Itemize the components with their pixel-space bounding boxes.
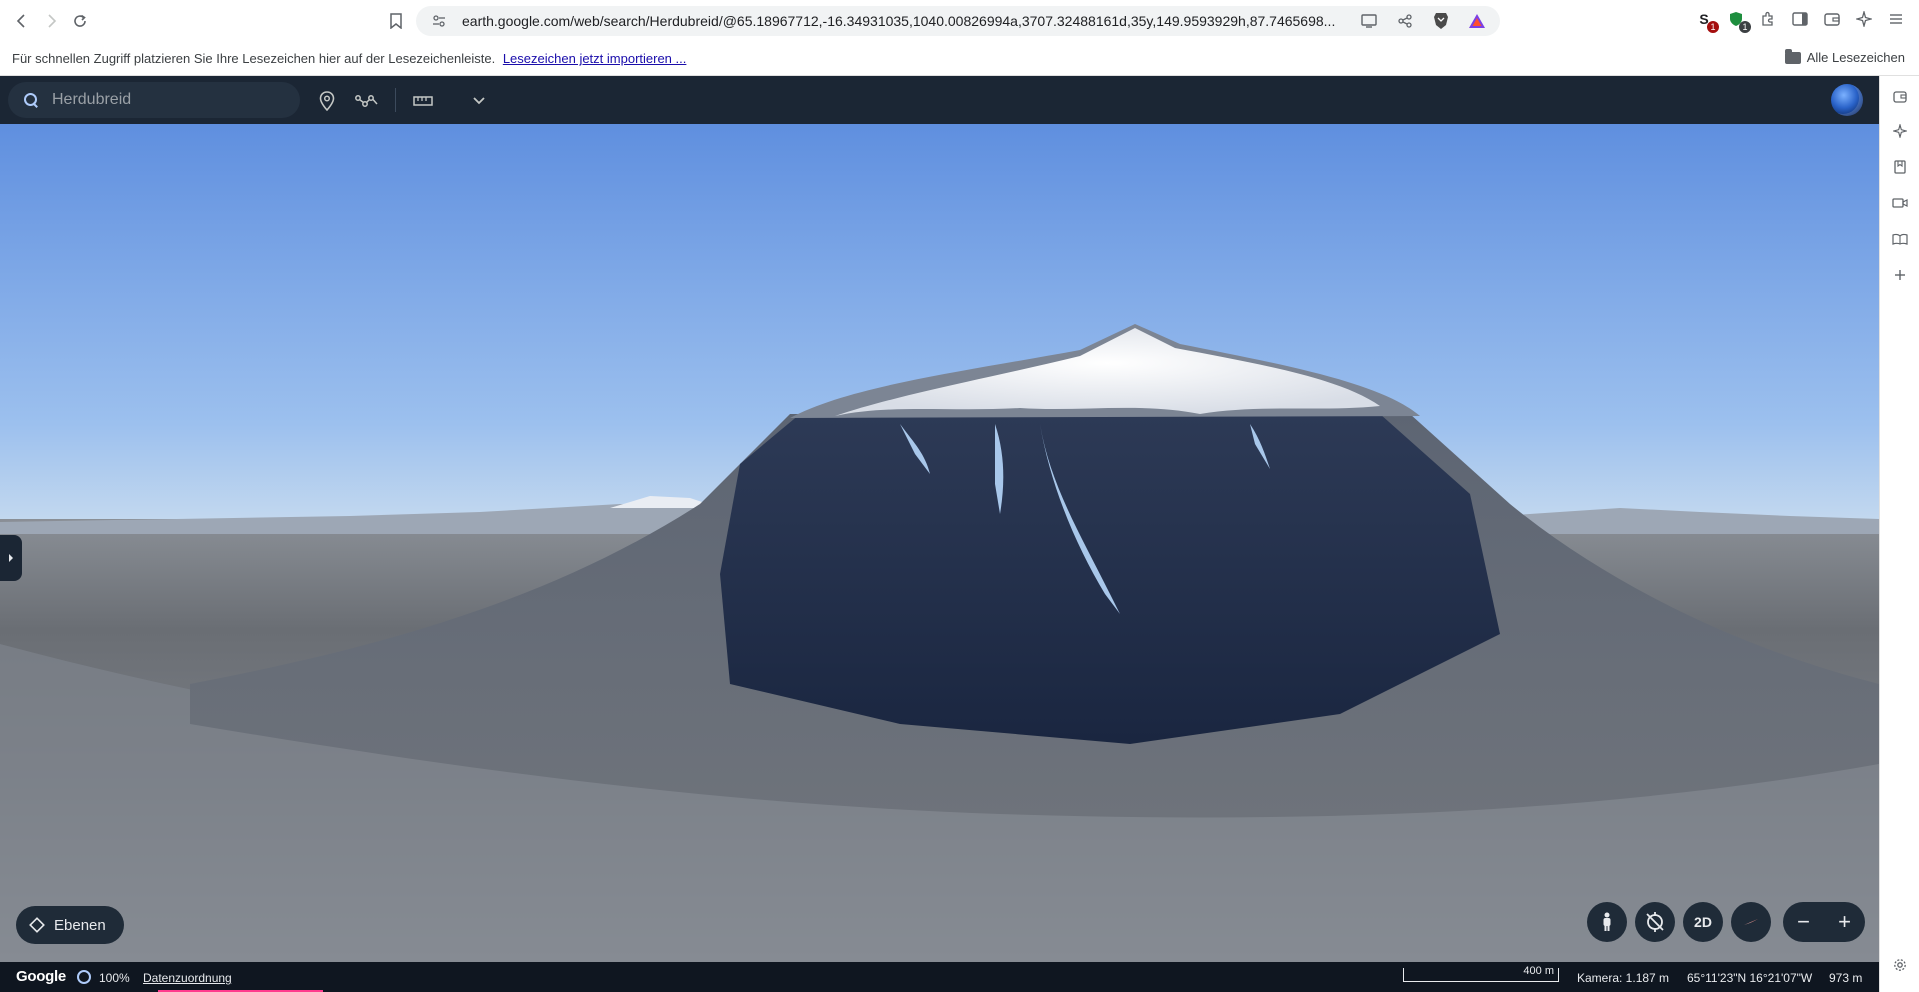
load-percent: 100% (99, 971, 130, 985)
bookmark-page-button[interactable] (382, 7, 410, 35)
wallet-panel-icon[interactable] (1891, 88, 1909, 106)
google-logo: Google (16, 968, 66, 985)
measure-button[interactable] (410, 88, 436, 114)
import-bookmarks-link[interactable]: Lesezeichen jetzt importieren ... (503, 51, 687, 66)
wallet-button[interactable] (1821, 8, 1843, 30)
extension-s-button[interactable]: S 1 (1693, 8, 1719, 33)
reset-tilt-button[interactable] (1635, 902, 1675, 942)
layers-label: Ebenen (54, 916, 106, 934)
site-settings-icon[interactable] (430, 12, 448, 30)
more-tools-dropdown[interactable] (466, 88, 492, 114)
side-panel-settings-icon[interactable] (1891, 956, 1909, 974)
chevron-down-icon (473, 97, 485, 105)
layers-icon (29, 917, 45, 933)
extensions-puzzle-button[interactable] (1757, 8, 1779, 30)
sidebar-icon (1792, 12, 1808, 26)
menu-lines-icon (1890, 14, 1902, 24)
leo-ai-button[interactable] (1853, 8, 1875, 30)
folder-icon (1784, 48, 1801, 64)
reload-icon (74, 14, 86, 27)
brave-rewards-icon[interactable] (1466, 10, 1488, 32)
cursor-coordinates: 65°11'23"N 16°21'07"W (1687, 971, 1813, 985)
browser-side-panel (1879, 76, 1919, 992)
browser-toolbar: earth.google.com/web/search/Herdubreid/@… (0, 0, 1919, 42)
cast-icon[interactable] (1358, 10, 1380, 32)
extension-badge: 1 (1707, 21, 1719, 33)
scale-label: 400 m (1523, 965, 1554, 977)
add-panel-icon[interactable] (1891, 266, 1909, 284)
forward-arrow-icon (48, 14, 57, 28)
open-side-drawer-button[interactable] (0, 535, 22, 581)
sparkle-icon (1856, 11, 1872, 27)
street-view-button[interactable] (1587, 902, 1627, 942)
bookmarks-hint-text: Für schnellen Zugriff platzieren Sie Ihr… (12, 51, 496, 66)
loading-ring-icon (77, 970, 91, 984)
reload-button[interactable] (66, 7, 94, 35)
draw-path-button[interactable] (354, 88, 380, 114)
bookmarks-panel-icon[interactable] (1891, 158, 1909, 176)
zoom-out-button[interactable]: − (1797, 909, 1810, 935)
all-bookmarks-button[interactable]: Alle Lesezeichen (1784, 48, 1905, 65)
browser-menu-button[interactable] (1885, 8, 1907, 30)
compass-off-icon (1646, 912, 1664, 932)
url-text[interactable]: earth.google.com/web/search/Herdubreid/@… (462, 13, 1352, 29)
brave-shields-icon[interactable] (1430, 10, 1452, 32)
search-input[interactable] (52, 91, 282, 109)
search-icon (22, 91, 40, 109)
google-earth-app: Ebenen 2D − + Google 100% Datenzuordnung… (0, 76, 1879, 992)
bookmarks-hint: Für schnellen Zugriff platzieren Sie Ihr… (12, 51, 686, 66)
toggle-2d-button[interactable]: 2D (1683, 902, 1723, 942)
puzzle-icon (1762, 11, 1773, 26)
forward-button[interactable] (37, 7, 65, 35)
compass-button[interactable] (1731, 902, 1771, 942)
pegman-icon (1603, 912, 1611, 931)
bookmarks-bar: Für schnellen Zugriff platzieren Sie Ihr… (0, 42, 1919, 76)
ruler-icon (413, 96, 433, 106)
scale-bar[interactable]: 400 m (1403, 965, 1559, 982)
placemark-icon (319, 91, 335, 111)
share-icon[interactable] (1394, 10, 1416, 32)
chevron-right-icon (9, 554, 13, 562)
header-divider (395, 88, 396, 112)
zoom-in-button[interactable]: + (1838, 909, 1851, 935)
add-placemark-button[interactable] (314, 88, 340, 114)
reading-list-icon[interactable] (1891, 230, 1909, 248)
zoom-controls: − + (1783, 902, 1865, 942)
address-bar[interactable]: earth.google.com/web/search/Herdubreid/@… (416, 6, 1500, 36)
compass-needle-icon (1744, 919, 1758, 925)
sidebar-toggle-button[interactable] (1789, 8, 1811, 30)
path-icon (355, 95, 378, 107)
layers-button[interactable]: Ebenen (16, 906, 124, 944)
back-arrow-icon (16, 14, 25, 28)
wallet-icon (1824, 13, 1840, 26)
data-attribution-link[interactable]: Datenzuordnung (143, 971, 232, 985)
earth-3d-view[interactable] (0, 124, 1879, 962)
bookmark-icon (390, 13, 402, 29)
video-panel-icon[interactable] (1891, 194, 1909, 212)
leo-panel-icon[interactable] (1891, 122, 1909, 140)
back-button[interactable] (8, 7, 36, 35)
status-bar: Google 100% Datenzuordnung 400 m Kamera:… (0, 962, 1879, 992)
elevation: 973 m (1829, 971, 1863, 985)
search-box[interactable] (8, 82, 300, 118)
extension-shield-button[interactable]: 1 (1725, 8, 1751, 33)
extension-badge: 1 (1739, 21, 1751, 33)
all-bookmarks-label: Alle Lesezeichen (1806, 50, 1905, 65)
map-controls: 2D − + (1587, 902, 1865, 942)
camera-altitude: Kamera: 1.187 m (1577, 971, 1670, 985)
earth-header (0, 76, 1879, 124)
profile-avatar[interactable] (1831, 84, 1863, 116)
